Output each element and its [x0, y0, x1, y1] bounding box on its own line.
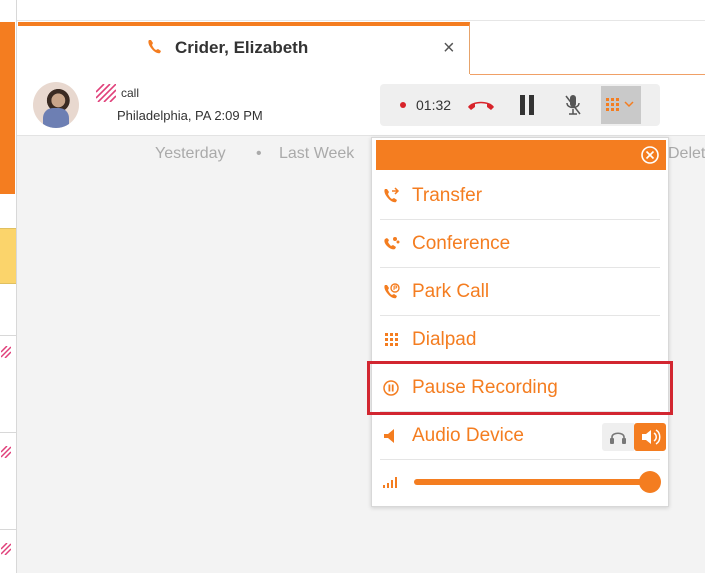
volume-knob[interactable]	[639, 471, 661, 493]
menu-header	[376, 140, 666, 170]
audio-device-toggle	[602, 423, 666, 451]
call-controls: 01:32	[380, 84, 660, 126]
transfer-icon	[384, 187, 400, 203]
call-type-hatch-icon	[1, 446, 11, 458]
call-actions-menu: Transfer Conference Park Call Dialpad Pa…	[371, 137, 669, 507]
avatar	[33, 82, 79, 128]
tab-bar-underline	[470, 74, 705, 75]
highlight-box	[367, 361, 673, 415]
audio-device-icon	[384, 429, 394, 443]
speaker-button[interactable]	[634, 423, 666, 451]
hold-button[interactable]	[517, 93, 537, 117]
headset-button[interactable]	[602, 423, 634, 451]
call-type-label: call	[121, 86, 140, 100]
menu-item-label: Conference	[412, 233, 511, 254]
tab-active-call[interactable]: Crider, Elizabeth ×	[18, 22, 470, 74]
menu-item-label: Park Call	[412, 281, 490, 302]
call-type-hatch-icon	[1, 346, 11, 358]
filter-separator: •	[256, 145, 262, 162]
speaker-icon	[642, 429, 661, 445]
conference-icon	[384, 237, 400, 250]
menu-item-label: Dialpad	[412, 329, 477, 350]
phone-icon	[148, 40, 161, 54]
menu-item-label: Audio Device	[412, 425, 524, 446]
sidebar-active-indicator	[0, 22, 15, 194]
volume-slider[interactable]	[414, 471, 661, 493]
signal-bars-icon	[383, 477, 397, 488]
sidebar-divider	[0, 432, 16, 433]
park-call-icon	[384, 283, 400, 299]
tab-title: Crider, Elizabeth	[175, 38, 309, 57]
volume-control	[380, 462, 661, 502]
sidebar-highlight-item[interactable]	[0, 228, 16, 284]
filter-last-week[interactable]: Last Week	[279, 145, 354, 163]
sidebar-divider	[0, 335, 16, 336]
menu-item-dialpad[interactable]: Dialpad	[380, 316, 660, 364]
call-type-hatch-icon	[96, 84, 116, 102]
call-timer: 01:32	[416, 97, 452, 113]
menu-item-audio-device[interactable]: Audio Device	[380, 412, 666, 460]
headset-icon	[610, 432, 626, 444]
menu-item-label: Transfer	[412, 185, 483, 206]
dialpad-icon	[385, 333, 398, 346]
dialpad-chevron-icon	[606, 98, 634, 111]
sidebar-divider	[0, 529, 16, 530]
menu-item-transfer[interactable]: Transfer	[380, 172, 660, 220]
mute-button[interactable]	[563, 93, 583, 117]
close-circle-icon[interactable]	[640, 145, 660, 165]
menu-item-park-call[interactable]: Park Call	[380, 268, 660, 316]
recording-indicator-icon	[400, 102, 406, 108]
filter-delete[interactable]: Delete	[668, 145, 705, 163]
dialpad-menu-button[interactable]	[601, 86, 641, 124]
volume-fill	[414, 479, 650, 485]
menu-item-conference[interactable]: Conference	[380, 220, 660, 268]
filter-yesterday[interactable]: Yesterday	[155, 145, 226, 163]
call-type-hatch-icon	[1, 543, 11, 555]
top-border	[17, 20, 705, 21]
hangup-button[interactable]	[466, 96, 496, 114]
caller-location: Philadelphia, PA 2:09 PM	[117, 108, 263, 123]
close-icon[interactable]: ×	[443, 37, 455, 60]
